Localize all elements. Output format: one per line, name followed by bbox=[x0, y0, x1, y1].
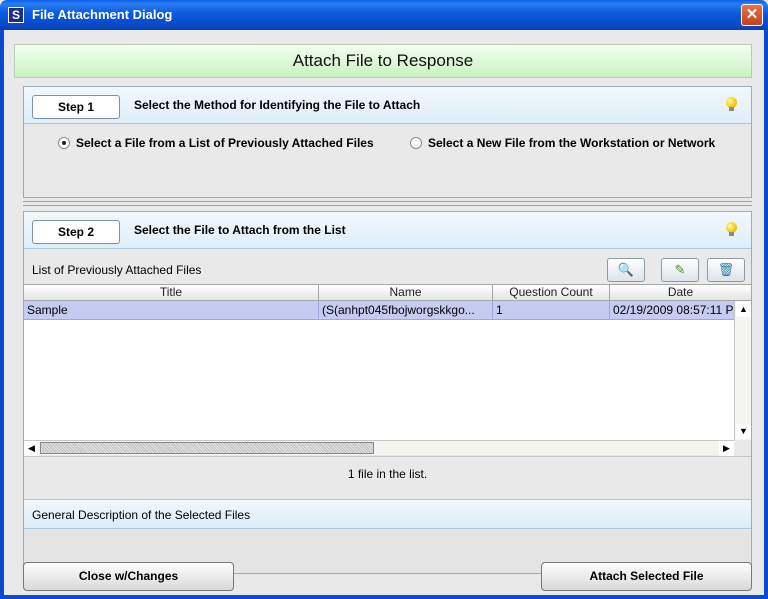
column-header-title[interactable]: Title bbox=[24, 285, 319, 301]
step1-title: Select the Method for Identifying the Fi… bbox=[134, 98, 421, 112]
close-window-button[interactable]: ✕ bbox=[741, 4, 763, 26]
step2-header: Step 2 Select the File to Attach from th… bbox=[24, 212, 751, 249]
list-toolbar: List of Previously Attached Files 🔍 ✎ 🗑 bbox=[24, 256, 751, 284]
column-header-name[interactable]: Name bbox=[319, 285, 493, 301]
scroll-down-icon[interactable]: ▼ bbox=[736, 424, 751, 439]
cell-title: Sample bbox=[24, 301, 319, 319]
description-label: General Description of the Selected File… bbox=[32, 508, 251, 522]
close-with-changes-button[interactable]: Close w/Changes bbox=[23, 562, 234, 591]
horizontal-scrollbar[interactable]: ◀ ▶ bbox=[24, 440, 734, 456]
vertical-scrollbar[interactable]: ▲ ▼ bbox=[734, 301, 751, 440]
horizontal-scroll-thumb[interactable] bbox=[40, 442, 374, 454]
delete-file-button[interactable]: 🗑 bbox=[707, 258, 745, 282]
cell-date: 02/19/2009 08:57:11 P bbox=[613, 303, 734, 317]
attach-selected-file-button[interactable]: Attach Selected File bbox=[541, 562, 752, 591]
view-file-button[interactable]: 🔍 bbox=[607, 258, 645, 282]
list-label: List of Previously Attached Files bbox=[32, 263, 202, 277]
delete-icon: 🗑 bbox=[717, 262, 735, 277]
dialog-banner: Attach File to Response bbox=[14, 44, 752, 78]
scroll-up-icon[interactable]: ▲ bbox=[736, 302, 751, 317]
lightbulb-icon[interactable] bbox=[726, 97, 737, 111]
step1-header: Step 1 Select the Method for Identifying… bbox=[24, 87, 751, 124]
dialog-body: Attach File to Response Step 1 Select th… bbox=[0, 30, 768, 599]
table-row[interactable]: Sample (S(anhpt045fbojworgskkgo... 1 02/… bbox=[24, 301, 734, 320]
lightbulb-icon[interactable] bbox=[726, 222, 737, 236]
radio-previously-attached[interactable]: Select a File from a List of Previously … bbox=[58, 136, 374, 150]
files-table: Title Name Question Count Date Sample (S… bbox=[24, 284, 751, 456]
app-icon: S bbox=[8, 7, 24, 23]
radio-new-file[interactable]: Select a New File from the Workstation o… bbox=[410, 136, 715, 150]
edit-file-button[interactable]: ✎ bbox=[661, 258, 699, 282]
step1-panel: Step 1 Select the Method for Identifying… bbox=[23, 86, 752, 198]
magnifier-icon: 🔍 bbox=[617, 262, 635, 277]
scroll-right-icon[interactable]: ▶ bbox=[719, 441, 734, 456]
radio-label: Select a New File from the Workstation o… bbox=[428, 136, 716, 150]
cell-name: (S(anhpt045fbojworgskkgo... bbox=[319, 301, 493, 319]
step2-badge: Step 2 bbox=[32, 220, 120, 244]
step2-title: Select the File to Attach from the List bbox=[134, 223, 346, 237]
title-bar: S File Attachment Dialog ✕ bbox=[0, 0, 768, 30]
file-count-status: 1 file in the list. bbox=[24, 456, 751, 490]
description-header: General Description of the Selected File… bbox=[24, 499, 751, 529]
scroll-corner bbox=[734, 440, 751, 455]
method-options: Select a File from a List of Previously … bbox=[24, 132, 751, 156]
window-title: File Attachment Dialog bbox=[32, 7, 173, 22]
column-header-date[interactable]: Date bbox=[610, 285, 751, 301]
radio-selected-icon bbox=[58, 137, 70, 149]
pencil-icon: ✎ bbox=[674, 262, 686, 277]
divider bbox=[23, 201, 752, 206]
radio-unselected-icon bbox=[410, 137, 422, 149]
column-header-question-count[interactable]: Question Count bbox=[493, 285, 610, 301]
table-header: Title Name Question Count Date bbox=[24, 285, 751, 301]
step1-badge: Step 1 bbox=[32, 95, 120, 119]
radio-label: Select a File from a List of Previously … bbox=[76, 136, 374, 150]
cell-question-count: 1 bbox=[493, 301, 610, 319]
step2-panel: Step 2 Select the File to Attach from th… bbox=[23, 211, 752, 574]
scroll-left-icon[interactable]: ◀ bbox=[24, 441, 39, 456]
